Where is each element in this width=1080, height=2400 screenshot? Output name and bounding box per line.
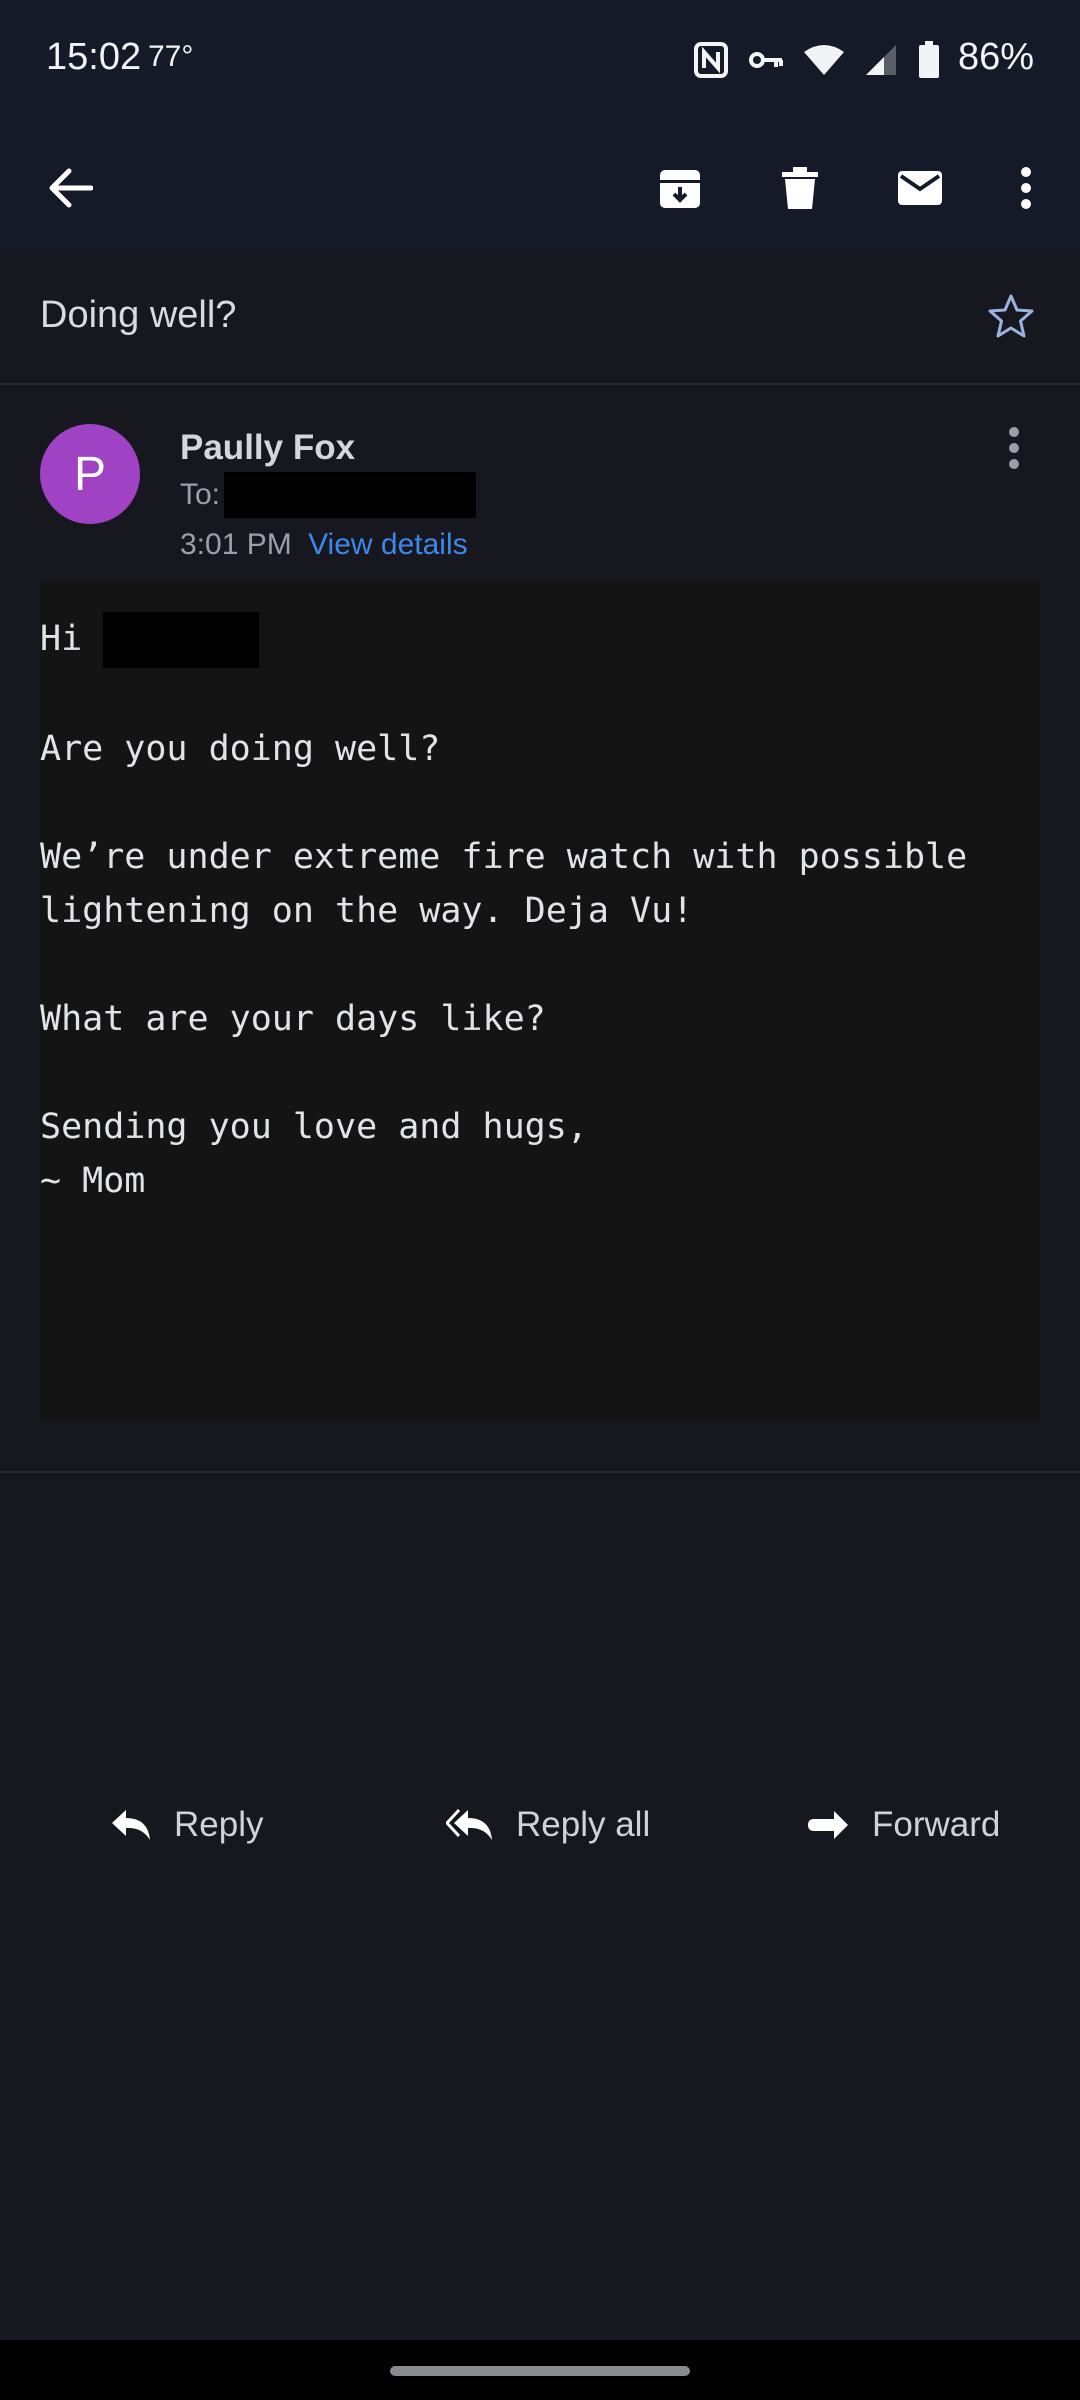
star-icon bbox=[988, 294, 1034, 338]
recipient-row: To: bbox=[180, 472, 477, 518]
battery-percent: 86% bbox=[957, 36, 1034, 78]
reply-all-label: Reply all bbox=[516, 1805, 651, 1844]
vpn-key-icon bbox=[749, 52, 783, 68]
forward-label: Forward bbox=[872, 1805, 1001, 1844]
wifi-icon bbox=[804, 45, 844, 75]
reply-label: Reply bbox=[174, 1805, 264, 1844]
reply-all-icon bbox=[446, 1808, 492, 1840]
reply-icon bbox=[112, 1810, 150, 1840]
battery-icon bbox=[919, 41, 939, 78]
body-line: ~ Mom bbox=[40, 1161, 146, 1201]
redacted-recipient bbox=[224, 472, 477, 518]
home-gesture-handle[interactable] bbox=[390, 2366, 690, 2376]
archive-icon bbox=[660, 170, 700, 208]
view-details-link[interactable]: View details bbox=[308, 528, 468, 561]
status-time: 15:02 bbox=[46, 36, 142, 78]
body-line: Sending you love and hugs, bbox=[40, 1107, 588, 1147]
subject-row: Doing well? bbox=[0, 250, 1080, 385]
more-options-button[interactable] bbox=[988, 150, 1064, 226]
signal-icon bbox=[866, 45, 896, 75]
body-line: What are your days like? bbox=[40, 999, 546, 1039]
message-more-button[interactable] bbox=[994, 424, 1034, 474]
star-button[interactable] bbox=[986, 292, 1036, 342]
email-body: Hi Are you doing well? We’re under extre… bbox=[40, 582, 1040, 1422]
redacted-name bbox=[103, 612, 260, 668]
email-subject: Doing well? bbox=[40, 294, 237, 336]
back-arrow-icon bbox=[49, 168, 93, 208]
to-label: To: bbox=[180, 478, 221, 511]
delete-icon bbox=[782, 167, 818, 209]
mark-unread-icon bbox=[898, 171, 942, 205]
email-body-text: Hi Are you doing well? We’re under extre… bbox=[40, 612, 967, 1208]
greeting: Hi bbox=[40, 619, 83, 659]
sender-name[interactable]: Paully Fox bbox=[180, 428, 355, 468]
nfc-icon bbox=[694, 42, 728, 78]
body-line: lightening on the way. Deja Vu! bbox=[40, 891, 694, 931]
status-icons bbox=[694, 38, 940, 82]
avatar[interactable]: P bbox=[40, 424, 140, 524]
divider bbox=[0, 1471, 1080, 1473]
forward-icon bbox=[808, 1811, 848, 1839]
body-line: We’re under extreme fire watch with poss… bbox=[40, 837, 968, 877]
time-row: 3:01 PM View details bbox=[180, 528, 468, 562]
reply-button[interactable]: Reply bbox=[110, 1795, 263, 1855]
body-line: Are you doing well? bbox=[40, 729, 441, 769]
status-temperature: 77° bbox=[148, 40, 194, 73]
status-bar: 15:02 77° 86% bbox=[0, 0, 1080, 124]
back-button[interactable] bbox=[32, 150, 108, 226]
delete-button[interactable] bbox=[762, 150, 838, 226]
more-vert-icon bbox=[1021, 167, 1031, 209]
mark-unread-button[interactable] bbox=[882, 150, 958, 226]
email-time: 3:01 PM bbox=[180, 528, 292, 561]
reply-all-button[interactable]: Reply all bbox=[446, 1795, 650, 1855]
more-vert-icon bbox=[1009, 427, 1019, 469]
archive-button[interactable] bbox=[642, 150, 718, 226]
forward-button[interactable]: Forward bbox=[806, 1795, 1000, 1855]
